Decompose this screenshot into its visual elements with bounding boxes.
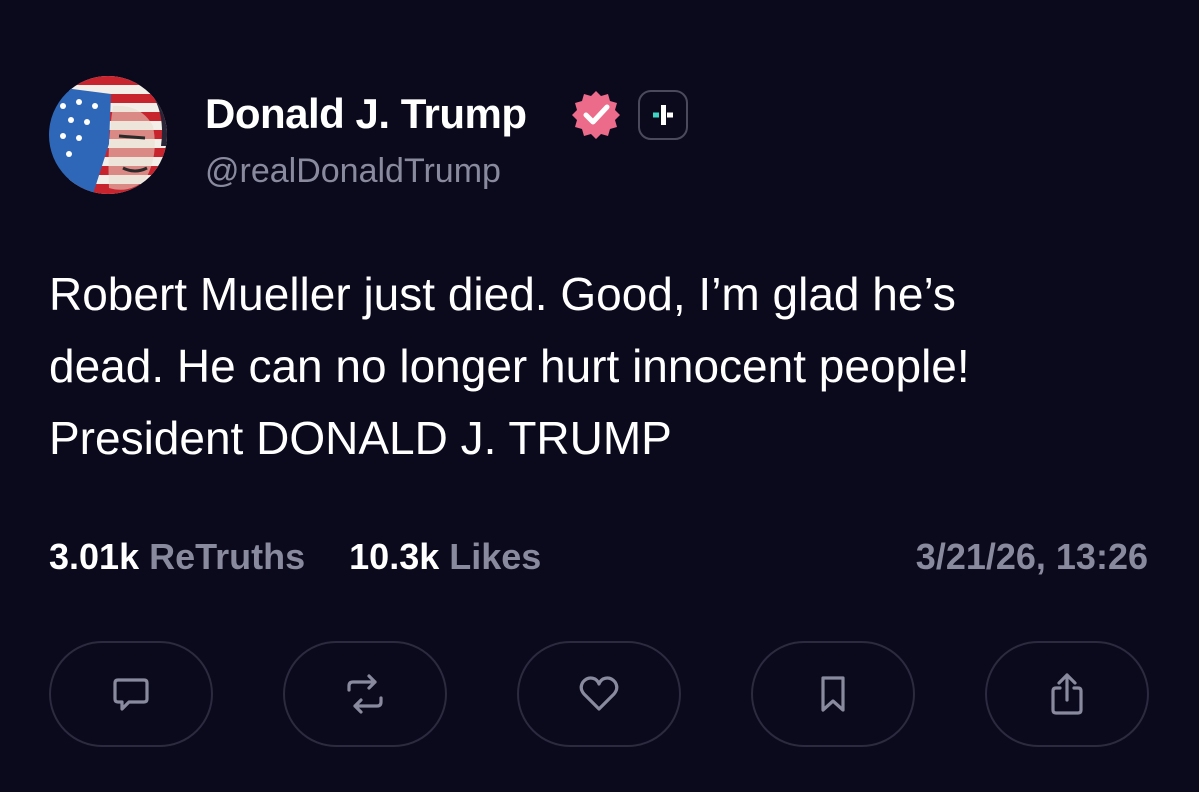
post-stats: 3.01k ReTruths 10.3k Likes [49,536,575,578]
post-card: Donald J. Trump @realDonaldTrump Robert … [0,0,1199,792]
comment-icon [113,678,149,711]
avatar[interactable] [49,76,167,194]
user-handle[interactable]: @realDonaldTrump [205,152,501,191]
likes-count: 10.3k [349,536,440,577]
action-bar [49,641,1151,747]
like-button[interactable] [517,641,681,747]
plus-badge-icon [638,90,688,140]
avatar-image [49,76,167,194]
retruths-stat[interactable]: 3.01k ReTruths [49,536,305,578]
bookmark-icon [821,676,845,712]
post-text: Robert Mueller just died. Good, I’m glad… [49,258,1169,474]
verified-check-icon [570,89,622,141]
post-text-line: dead. He can no longer hurt innocent peo… [49,340,970,392]
retruth-button[interactable] [283,641,447,747]
retruths-label: ReTruths [149,536,306,577]
share-button[interactable] [985,641,1149,747]
display-name[interactable]: Donald J. Trump [205,90,527,138]
post-timestamp: 3/21/26, 13:26 [915,536,1148,577]
share-icon [1051,673,1083,715]
bookmark-button[interactable] [751,641,915,747]
post-text-line: Robert Mueller just died. Good, I’m glad… [49,268,956,320]
likes-stat[interactable]: 10.3k Likes [349,536,541,578]
heart-icon [579,676,619,711]
reply-button[interactable] [49,641,213,747]
post-text-line: President DONALD J. TRUMP [49,412,672,464]
likes-label: Likes [449,536,542,577]
retruths-count: 3.01k [49,536,140,577]
repost-icon [347,674,383,714]
